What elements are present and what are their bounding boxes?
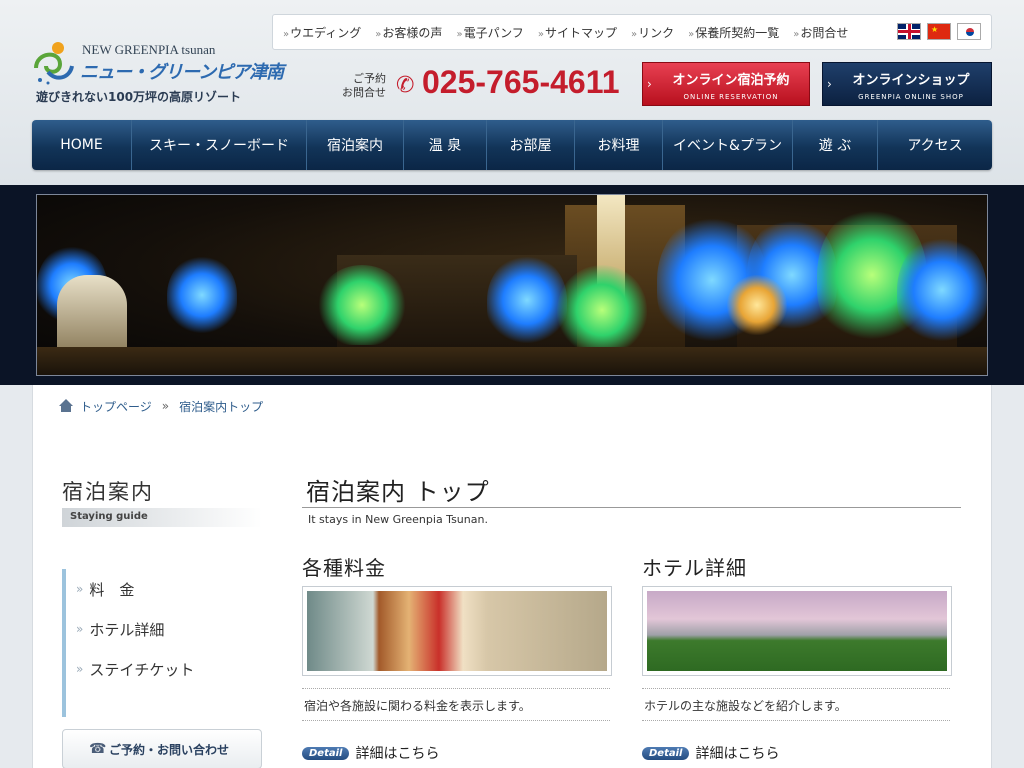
- online-reservation-button[interactable]: › オンライン宿泊予約 ONLINE RESERVATION: [642, 62, 810, 106]
- card-hotel-detail-link[interactable]: Detail 詳細はこちら: [642, 743, 779, 763]
- sidebar-menu: 料 金 ホテル詳細 ステイチケット: [62, 569, 262, 717]
- online-shop-button[interactable]: › オンラインショップ GREENPIA ONLINE SHOP: [822, 62, 992, 106]
- card-hotel-divider: [642, 688, 950, 689]
- breadcrumb-current: 宿泊案内トップ: [179, 399, 264, 414]
- topnav-sitemap[interactable]: サイトマップ: [538, 24, 617, 41]
- language-flags: [897, 23, 981, 40]
- topnav-pamphlet[interactable]: 電子パンフ: [456, 24, 524, 41]
- page-title: 宿泊案内 トップ: [306, 478, 490, 506]
- sidebar-item-stay-ticket[interactable]: ステイチケット: [66, 649, 262, 689]
- site-tagline: 遊びきれない100万坪の高原リゾート: [36, 90, 242, 104]
- main-navigation: HOME スキー・スノーボード 宿泊案内温 泉お部屋 お料理 イベント&プラン遊 ぶアク…: [32, 120, 992, 170]
- mainnav-item-4[interactable]: お部屋: [487, 120, 575, 170]
- breadcrumb: トップページ » 宿泊案内トップ: [58, 396, 263, 416]
- china-flag-icon[interactable]: [927, 23, 951, 40]
- home-icon: [58, 399, 74, 413]
- mainnav-item-1[interactable]: スキー・スノーボード: [132, 120, 307, 170]
- shop-sublabel: GREENPIA ONLINE SHOP: [858, 93, 964, 101]
- sidebar-subtitle: Staying guide: [62, 508, 262, 527]
- mainnav-item-7[interactable]: 遊 ぶ: [793, 120, 878, 170]
- card-hotel-divider-bottom: [642, 720, 950, 721]
- card-rates-image[interactable]: [302, 586, 612, 676]
- card-hotel-description: ホテルの主な施設などを紹介します。: [644, 699, 847, 713]
- contact-inquiry-label: ご予約・お問い合わせ: [109, 742, 230, 757]
- chevron-right-icon: ›: [827, 77, 832, 91]
- phone-number[interactable]: 025-765-4611: [422, 64, 620, 101]
- logo-japanese: ニュー・グリーンピア津南: [80, 62, 284, 83]
- sidebar-item-hotel-details[interactable]: ホテル詳細: [66, 609, 262, 649]
- card-hotel-title: ホテル詳細: [642, 556, 747, 580]
- logo-english: NEW GREENPIA tsunan: [82, 42, 216, 57]
- topnav-contact[interactable]: お問合せ: [793, 24, 848, 41]
- topnav-wedding[interactable]: ウエディング: [283, 24, 361, 41]
- detail-link-text: 詳細はこちら: [695, 746, 780, 762]
- mainnav-item-6[interactable]: イベント&プラン: [663, 120, 793, 170]
- topnav-links[interactable]: リンク: [631, 24, 674, 41]
- detail-badge: Detail: [302, 746, 350, 760]
- korea-flag-icon[interactable]: [957, 23, 981, 40]
- logo-mark-icon: [34, 42, 74, 85]
- card-rates-divider: [302, 688, 610, 689]
- detail-badge: Detail: [642, 746, 690, 760]
- reservation-label: オンライン宿泊予約: [672, 73, 790, 88]
- top-utility-nav: ウエディング お客様の声 電子パンフ サイトマップ リンク 保養所契約一覧 お問…: [272, 14, 992, 50]
- contact-label: ご予約 お問合せ: [342, 72, 386, 99]
- sidebar-title: 宿泊案内: [62, 480, 154, 504]
- contact-inquiry-button[interactable]: ☎ ご予約・お問い合わせ: [62, 729, 262, 768]
- mainnav-item-2[interactable]: 宿泊案内: [307, 120, 404, 170]
- title-divider: [302, 507, 961, 508]
- card-rates-detail-link[interactable]: Detail 詳細はこちら: [302, 743, 439, 763]
- topnav-contracts[interactable]: 保養所契約一覧: [688, 24, 779, 41]
- mainnav-item-0[interactable]: HOME: [32, 120, 132, 170]
- mainnav-item-3[interactable]: 温 泉: [404, 120, 487, 170]
- topnav-voices[interactable]: お客様の声: [375, 24, 442, 41]
- detail-link-text: 詳細はこちら: [355, 746, 440, 762]
- sidebar-item-rates[interactable]: 料 金: [66, 569, 262, 609]
- breadcrumb-home[interactable]: トップページ: [80, 398, 152, 415]
- mainnav-item-5[interactable]: お料理: [575, 120, 663, 170]
- card-rates-divider-bottom: [302, 720, 610, 721]
- uk-flag-icon[interactable]: [897, 23, 921, 40]
- card-rates-title: 各種料金: [302, 556, 386, 580]
- mainnav-item-8[interactable]: アクセス: [878, 120, 992, 170]
- chevron-right-icon: ›: [647, 77, 652, 91]
- telephone-icon: ☎: [89, 741, 107, 757]
- hero-image: [36, 194, 988, 376]
- page-subtitle: It stays in New Greenpia Tsunan.: [308, 513, 488, 526]
- shop-label: オンラインショップ: [852, 73, 970, 88]
- phone-icon: ✆: [396, 73, 415, 98]
- card-rates-description: 宿泊や各施設に関わる料金を表示します。: [304, 699, 531, 713]
- site-header: NEW GREENPIA tsunan ニュー・グリーンピア津南 遊びきれない1…: [0, 0, 1024, 185]
- reservation-sublabel: ONLINE RESERVATION: [683, 93, 779, 101]
- card-hotel-image[interactable]: [642, 586, 952, 676]
- breadcrumb-separator: »: [161, 399, 170, 413]
